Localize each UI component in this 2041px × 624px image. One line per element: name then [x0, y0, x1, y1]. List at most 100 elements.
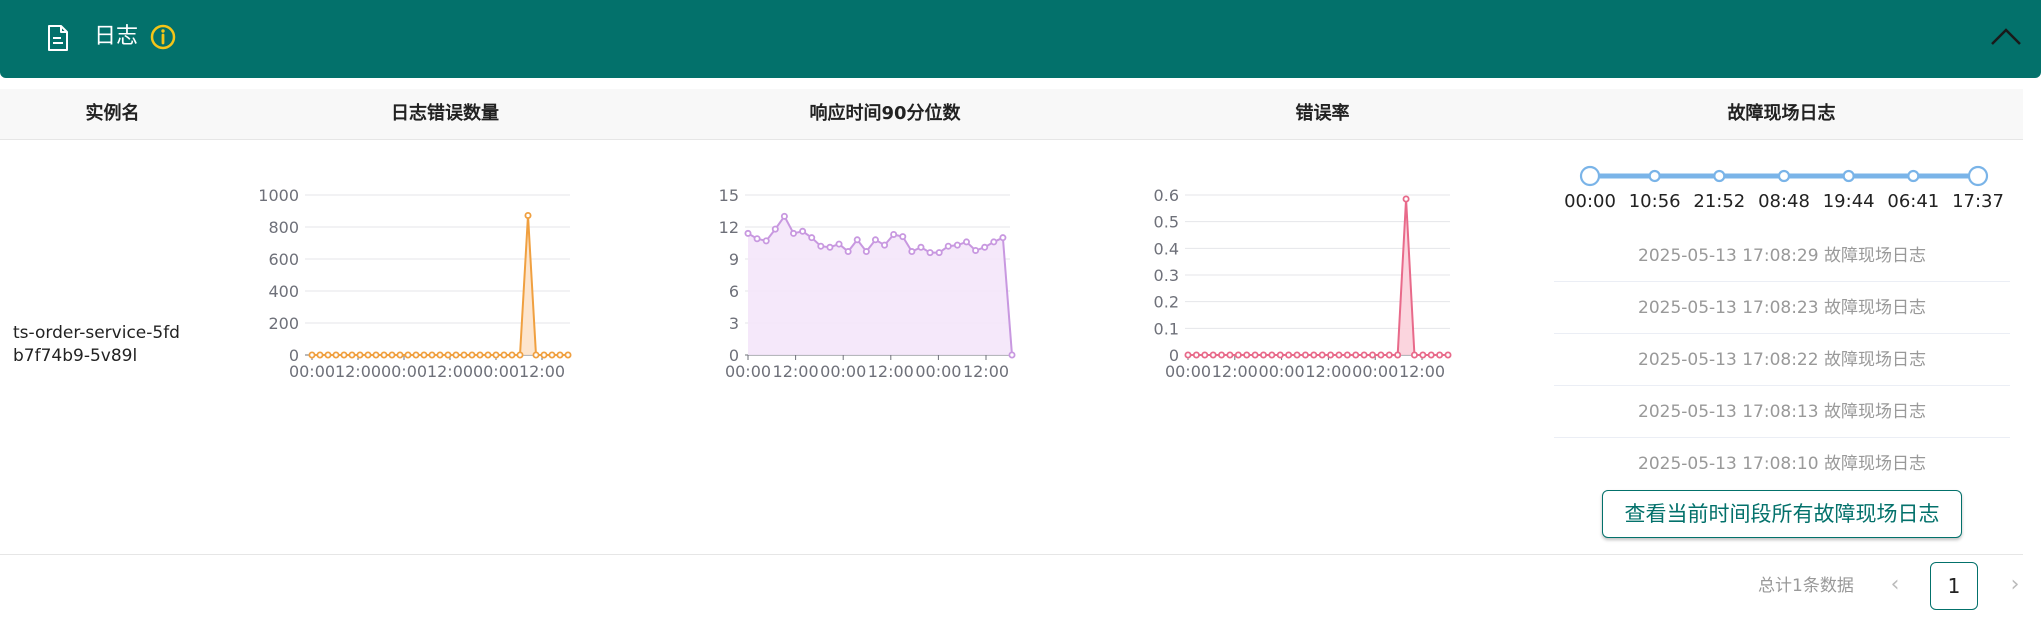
data-point	[380, 351, 388, 359]
data-point	[853, 236, 861, 244]
data-point	[881, 241, 889, 249]
slider-mark	[1648, 169, 1661, 183]
x-tick-label: 12:00	[963, 362, 1009, 381]
data-point	[1394, 351, 1402, 359]
data-point	[1234, 351, 1242, 359]
data-point	[1335, 351, 1343, 359]
data-point	[396, 351, 404, 359]
data-point	[1243, 351, 1251, 359]
data-point	[1360, 351, 1368, 359]
series-area-error-rate	[1188, 199, 1448, 355]
data-point	[1218, 351, 1226, 359]
data-point	[972, 246, 980, 254]
response-time-p90-chart: 0369121500:00 12:00 00:00 12:00 00:00 12:00	[719, 186, 1016, 381]
y-tick-label: 1000	[258, 186, 299, 205]
time-slider[interactable]: 00:00 10:56 21:52 08:48 19:44 06:41 17:37	[1560, 160, 2010, 220]
data-point	[420, 351, 428, 359]
data-point	[500, 351, 508, 359]
x-tick-label: 12:00	[335, 362, 381, 381]
fault-log-item[interactable]: 2025-05-13 17:08:22 故障现场日志	[1554, 334, 2010, 386]
row-divider	[0, 554, 2023, 555]
data-point	[508, 351, 516, 359]
x-tick-label: 00:00	[473, 362, 519, 381]
data-point	[844, 248, 852, 256]
data-point	[1259, 351, 1267, 359]
y-tick-label: 600	[268, 250, 299, 269]
fault-log-item[interactable]: 2025-05-13 17:08:13 故障现场日志	[1554, 386, 2010, 438]
data-point	[799, 227, 807, 235]
data-point	[532, 351, 540, 359]
data-point	[492, 351, 500, 359]
y-tick-label: 0.3	[1154, 266, 1179, 285]
fault-log-item[interactable]: 2025-05-13 17:08:29 故障现场日志	[1554, 230, 2010, 282]
slider-mark	[1777, 169, 1791, 183]
x-tick-label: 00:00	[820, 362, 866, 381]
data-point	[780, 212, 788, 220]
data-point	[404, 351, 412, 359]
data-point	[1268, 351, 1276, 359]
y-tick-label: 200	[268, 314, 299, 333]
column-header-log-errors: 日志错误数量	[391, 103, 499, 124]
data-point	[372, 351, 380, 359]
data-point	[835, 240, 843, 248]
y-tick-label: 400	[268, 282, 299, 301]
data-point	[744, 229, 752, 237]
slider-label: 00:00	[1564, 191, 1616, 212]
slider-label: 10:56	[1629, 191, 1681, 212]
data-point	[524, 211, 532, 219]
data-point	[460, 351, 468, 359]
y-tick-label: 800	[268, 218, 299, 237]
column-header-instance: 实例名	[85, 103, 140, 124]
data-point	[817, 242, 825, 250]
y-tick-label: 0.2	[1154, 293, 1179, 312]
data-point	[316, 351, 324, 359]
y-tick-label: 0.5	[1154, 213, 1179, 232]
pagination-next-button[interactable]: ›	[2000, 574, 2030, 598]
data-point	[1343, 351, 1351, 359]
data-point	[1327, 351, 1335, 359]
data-point	[388, 351, 396, 359]
data-point	[1276, 351, 1284, 359]
chevron-up-icon[interactable]	[1990, 26, 2022, 46]
data-point	[364, 351, 372, 359]
x-tick-label: 12:00	[519, 362, 565, 381]
data-point	[1008, 351, 1016, 359]
data-point	[468, 351, 476, 359]
data-point	[1209, 351, 1217, 359]
data-point	[1402, 195, 1410, 203]
data-point	[1427, 351, 1435, 359]
info-icon[interactable]	[150, 24, 176, 50]
data-point	[324, 351, 332, 359]
data-point	[1301, 351, 1309, 359]
data-point	[862, 248, 870, 256]
x-tick-label: 12:00	[1305, 362, 1351, 381]
document-icon	[48, 25, 68, 51]
data-point	[917, 243, 925, 251]
data-point	[753, 235, 761, 243]
table-header: 实例名 日志错误数量 响应时间90分位数 错误率 故障现场日志	[0, 89, 2023, 140]
data-point	[1318, 351, 1326, 359]
fault-log-item[interactable]: 2025-05-13 17:08:23 故障现场日志	[1554, 282, 2010, 334]
data-point	[556, 351, 564, 359]
data-point	[436, 351, 444, 359]
x-tick-label: 00:00	[381, 362, 427, 381]
data-point	[808, 234, 816, 242]
data-point	[412, 351, 420, 359]
x-tick-label: 12:00	[773, 362, 819, 381]
pagination-page-1[interactable]: 1	[1930, 562, 1978, 610]
y-tick-label: 0.1	[1154, 319, 1179, 338]
y-tick-label: 3	[729, 314, 739, 333]
fault-log-item[interactable]: 2025-05-13 17:08:10 故障现场日志	[1554, 438, 2010, 489]
column-header-response-p90: 响应时间90分位数	[809, 103, 961, 124]
data-point	[1184, 351, 1192, 359]
data-point	[1352, 351, 1360, 359]
x-tick-label: 12:00	[868, 362, 914, 381]
x-tick-label: 00:00	[915, 362, 961, 381]
slider-handle	[1579, 165, 1601, 187]
data-point	[908, 248, 916, 256]
pagination-prev-button[interactable]: ‹	[1880, 574, 1910, 598]
data-point	[348, 351, 356, 359]
y-tick-label: 0.4	[1154, 239, 1179, 258]
view-all-fault-logs-button[interactable]: 查看当前时间段所有故障现场日志	[1602, 490, 1962, 538]
slider-label: 17:37	[1952, 191, 2004, 212]
